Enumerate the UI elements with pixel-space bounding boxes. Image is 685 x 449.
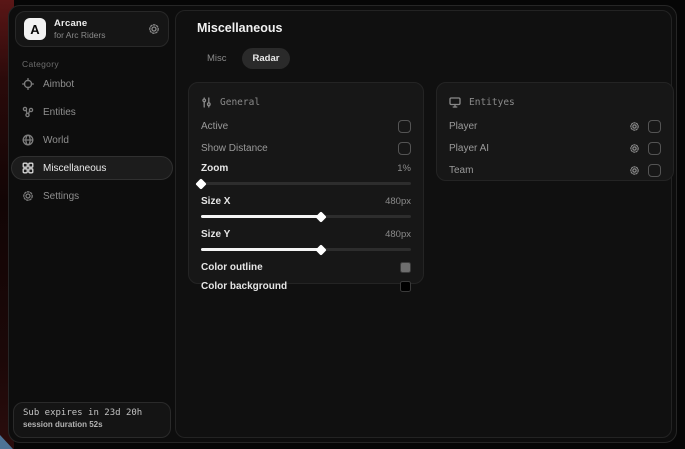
- sidebar-item-label: Entities: [43, 107, 76, 118]
- slider-thumb[interactable]: [195, 178, 206, 189]
- sidebar-item-label: Miscellaneous: [43, 163, 106, 174]
- checkbox[interactable]: [398, 120, 411, 133]
- color-swatch[interactable]: [400, 262, 411, 273]
- setting-label: Color background: [201, 281, 287, 292]
- gear-icon: [22, 190, 34, 202]
- checkbox[interactable]: [648, 120, 661, 133]
- tab-radar[interactable]: Radar: [242, 48, 291, 69]
- slider-thumb[interactable]: [315, 211, 326, 222]
- globe-icon: [22, 134, 34, 146]
- entities-icon: [22, 106, 34, 118]
- app-subtitle: for Arc Riders: [54, 30, 106, 40]
- color-setting-row: Color background: [201, 277, 411, 296]
- entity-settings-gear-icon[interactable]: [629, 143, 640, 154]
- grid-icon: [22, 162, 34, 174]
- slider-setting: Zoom 1%: [201, 159, 411, 185]
- brand-card: A Arcane for Arc Riders: [15, 11, 169, 47]
- tab-misc[interactable]: Misc: [196, 48, 238, 69]
- slider[interactable]: [201, 182, 411, 185]
- color-swatch[interactable]: [400, 281, 411, 292]
- setting-label: Size Y: [201, 229, 230, 240]
- slider-fill: [201, 248, 321, 251]
- sidebar-nav: Aimbot Entities World Miscellaneous Settings: [11, 72, 173, 212]
- slider-setting: Size Y 480px: [201, 225, 411, 251]
- sidebar-item-label: Aimbot: [43, 79, 74, 90]
- setting-row: Show Distance: [201, 137, 411, 159]
- color-setting-row: Color outline: [201, 258, 411, 277]
- slider[interactable]: [201, 248, 411, 251]
- setting-value: 480px: [385, 229, 411, 240]
- app-name: Arcane: [54, 18, 106, 29]
- entities-card-title: Entityes: [469, 97, 515, 108]
- sidebar-item-settings[interactable]: Settings: [11, 184, 173, 208]
- setting-label: Color outline: [201, 262, 263, 273]
- entity-settings-gear-icon[interactable]: [629, 165, 640, 176]
- main-panel: Miscellaneous MiscRadar General Active Sh…: [175, 10, 672, 438]
- checkbox[interactable]: [648, 164, 661, 177]
- sidebar-item-label: World: [43, 135, 69, 146]
- general-card-title: General: [220, 97, 260, 108]
- slider-thumb[interactable]: [315, 244, 326, 255]
- entity-label: Team: [449, 165, 473, 176]
- entity-settings-gear-icon[interactable]: [629, 121, 640, 132]
- sidebar-item-aimbot[interactable]: Aimbot: [11, 72, 173, 96]
- sidebar-item-entities[interactable]: Entities: [11, 100, 173, 124]
- setting-label: Active: [201, 121, 228, 132]
- category-label: Category: [22, 59, 59, 69]
- page-title: Miscellaneous: [197, 21, 282, 35]
- app-window: A Arcane for Arc Riders Category Aimbot E…: [8, 5, 677, 443]
- crosshair-icon: [22, 78, 34, 90]
- entity-row: Player AI: [449, 137, 661, 159]
- monitor-icon: [449, 97, 461, 108]
- entity-row: Team: [449, 159, 661, 181]
- setting-label: Size X: [201, 196, 230, 207]
- checkbox[interactable]: [398, 142, 411, 155]
- brand-gear-icon[interactable]: [148, 23, 160, 35]
- setting-label: Show Distance: [201, 143, 268, 154]
- general-card: General Active Show Distance Zoom 1% Size X 4…: [188, 82, 424, 284]
- entity-label: Player: [449, 121, 477, 132]
- setting-row: Active: [201, 115, 411, 137]
- entity-row: Player: [449, 115, 661, 137]
- slider[interactable]: [201, 215, 411, 218]
- app-logo: A: [24, 18, 46, 40]
- sidebar-item-world[interactable]: World: [11, 128, 173, 152]
- sliders-icon: [201, 97, 212, 108]
- sidebar-item-label: Settings: [43, 191, 79, 202]
- session-duration-text: session duration 52s: [23, 420, 161, 429]
- tab-bar: MiscRadar: [196, 48, 290, 69]
- sidebar-item-miscellaneous[interactable]: Miscellaneous: [11, 156, 173, 180]
- sub-expires-text: Sub expires in 23d 20h: [23, 408, 161, 418]
- subscription-status-card: Sub expires in 23d 20h session duration …: [13, 402, 171, 438]
- slider-fill: [201, 215, 321, 218]
- setting-value: 480px: [385, 196, 411, 207]
- slider-setting: Size X 480px: [201, 192, 411, 218]
- setting-value: 1%: [397, 163, 411, 174]
- entities-card: Entityes Player Player AI Team: [436, 82, 674, 181]
- setting-label: Zoom: [201, 163, 228, 174]
- checkbox[interactable]: [648, 142, 661, 155]
- sidebar: A Arcane for Arc Riders Category Aimbot E…: [9, 6, 175, 442]
- entity-label: Player AI: [449, 143, 489, 154]
